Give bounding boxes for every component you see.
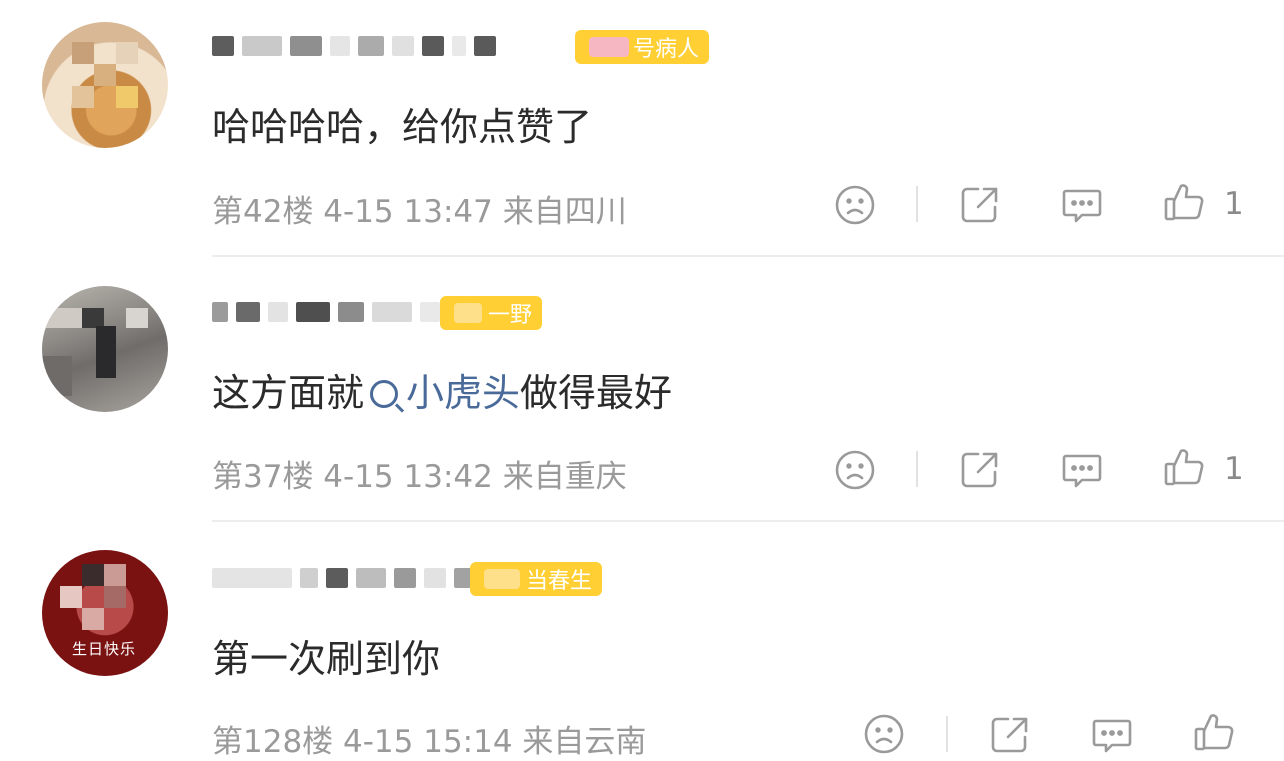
comment-icon[interactable] (1090, 713, 1134, 757)
avatar-caption: 生日快乐 (72, 640, 137, 658)
divider-vertical (946, 716, 948, 752)
thumbs-up-icon[interactable] (1192, 711, 1236, 755)
comment-item: 生日快乐 当春生 第一次刷到你 第128楼 4-15 15:14 来自云南 (0, 0, 1284, 760)
avatar[interactable]: 生日快乐 (42, 550, 168, 676)
badge-level-icon (484, 569, 520, 589)
badge-label: 当春生 (526, 569, 593, 594)
comment-meta: 第128楼 4-15 15:14 来自云南 (212, 724, 647, 760)
fan-badge: 当春生 (470, 562, 603, 596)
share-icon[interactable] (988, 713, 1032, 757)
comment-text: 第一次刷到你 (212, 637, 441, 681)
sad-face-icon[interactable] (862, 712, 906, 756)
username[interactable] (212, 560, 476, 596)
